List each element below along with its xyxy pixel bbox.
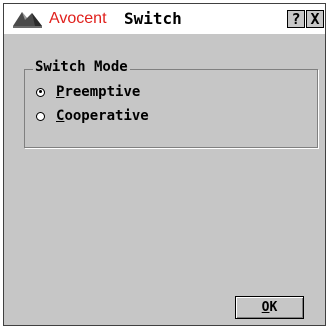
brand-name: Avocent <box>49 10 107 27</box>
title-bar: Avocent Switch ? X <box>4 4 325 34</box>
preemptive-radio[interactable]: Preemptive <box>36 84 140 100</box>
preemptive-label: Preemptive <box>56 84 141 100</box>
switch-mode-legend: Switch Mode <box>33 59 130 75</box>
radio-unselected-icon <box>36 111 45 121</box>
ok-button[interactable]: OK <box>235 296 304 319</box>
help-button[interactable]: ? <box>287 10 305 28</box>
window-title: Switch <box>124 9 182 28</box>
radio-selected-icon <box>36 87 45 97</box>
switch-dialog: Avocent Switch ? X Switch Mode Preemptiv… <box>3 3 326 326</box>
avocent-logo-icon <box>13 12 42 28</box>
cooperative-radio[interactable]: Cooperative <box>36 108 149 124</box>
cooperative-label: Cooperative <box>56 108 149 124</box>
close-button[interactable]: X <box>306 10 324 28</box>
